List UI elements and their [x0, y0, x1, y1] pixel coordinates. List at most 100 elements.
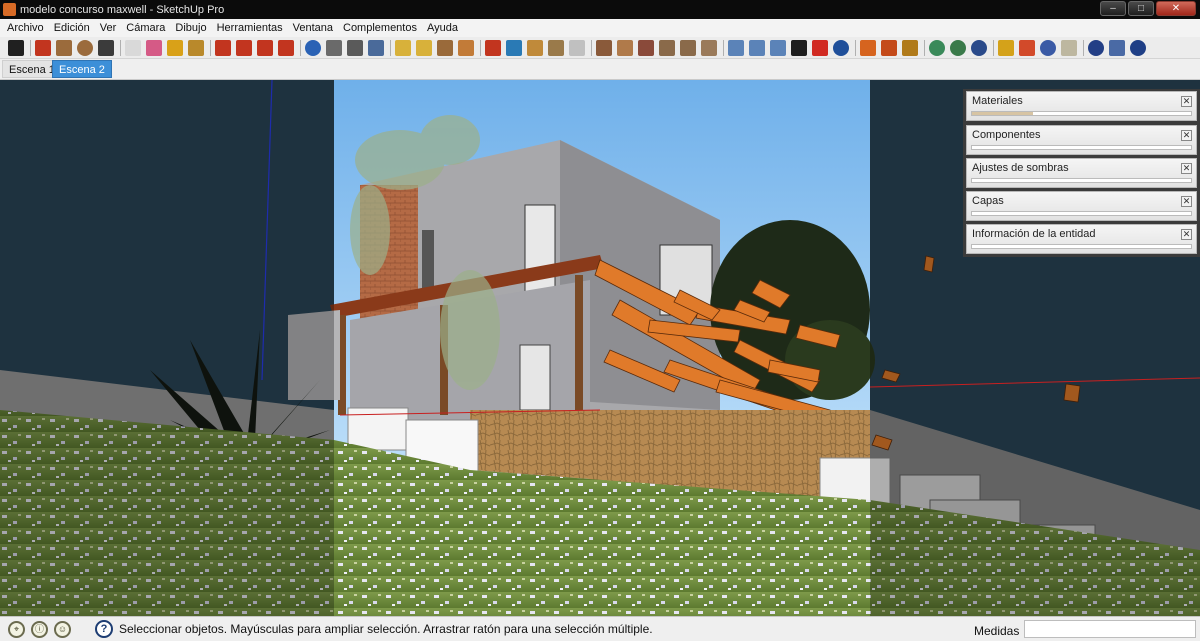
- top-view-icon[interactable]: [617, 40, 633, 56]
- rectangle-icon[interactable]: [56, 40, 72, 56]
- move-icon[interactable]: [236, 40, 252, 56]
- share-model-icon[interactable]: [527, 40, 543, 56]
- menu-edicion[interactable]: Edición: [49, 22, 95, 34]
- toolbar-separator: [1083, 40, 1084, 56]
- about-icon[interactable]: [1130, 40, 1146, 56]
- right-view-icon[interactable]: [659, 40, 675, 56]
- tray-collapse-bar[interactable]: [971, 111, 1192, 116]
- menu-dibujo[interactable]: Dibujo: [170, 22, 211, 34]
- tray-title: Información de la entidad: [972, 228, 1096, 240]
- close-icon[interactable]: ✕: [1181, 96, 1192, 107]
- tray-title: Componentes: [972, 129, 1041, 141]
- window-controls: – □ ✕: [1100, 1, 1196, 16]
- menu-camara[interactable]: Cámara: [121, 22, 170, 34]
- toolbar-separator: [591, 40, 592, 56]
- menu-bar: Archivo Edición Ver Cámara Dibujo Herram…: [0, 19, 1200, 37]
- tray-capas[interactable]: Capas ✕: [966, 191, 1197, 221]
- tab-escena-2[interactable]: Escena 2: [52, 60, 112, 78]
- orbit-icon[interactable]: [305, 40, 321, 56]
- pencil-icon[interactable]: [998, 40, 1014, 56]
- scenes-bar: Escena 1 Escena 2: [0, 59, 1200, 80]
- paint-bucket-icon[interactable]: [188, 40, 204, 56]
- globe-icon[interactable]: [929, 40, 945, 56]
- window-title: modelo concurso maxwell - SketchUp Pro: [20, 3, 225, 16]
- zoom-extents-icon[interactable]: [368, 40, 384, 56]
- zoom-icon[interactable]: [347, 40, 363, 56]
- close-icon[interactable]: ✕: [1181, 229, 1192, 240]
- main-toolbar: [0, 37, 1200, 59]
- minimize-button[interactable]: –: [1100, 1, 1126, 16]
- component-icon[interactable]: [569, 40, 585, 56]
- back-view-icon[interactable]: [680, 40, 696, 56]
- walk-icon[interactable]: [458, 40, 474, 56]
- rub-icon[interactable]: [770, 40, 786, 56]
- iso-view-icon[interactable]: [596, 40, 612, 56]
- credits-icon[interactable]: ⓘ: [31, 620, 48, 638]
- tray-collapse-bar[interactable]: [971, 211, 1192, 216]
- look-around-icon[interactable]: [485, 40, 501, 56]
- maximize-button[interactable]: □: [1128, 1, 1154, 16]
- previous-view-icon[interactable]: [395, 40, 411, 56]
- skin-icon[interactable]: [728, 40, 744, 56]
- close-button[interactable]: ✕: [1156, 1, 1196, 16]
- tray-collapse-bar[interactable]: [971, 145, 1192, 150]
- play-icon[interactable]: [791, 40, 807, 56]
- menu-ventana[interactable]: Ventana: [288, 22, 338, 34]
- tray-materiales[interactable]: Materiales ✕: [966, 91, 1197, 121]
- tray-ajustes-de-sombras[interactable]: Ajustes de sombras ✕: [966, 158, 1197, 188]
- close-icon[interactable]: ✕: [1181, 196, 1192, 207]
- tray-componentes[interactable]: Componentes ✕: [966, 125, 1197, 155]
- close-icon[interactable]: ✕: [1181, 130, 1192, 141]
- sandbox-icon[interactable]: [860, 40, 876, 56]
- toolbar-separator: [30, 40, 31, 56]
- eraser-icon[interactable]: [146, 40, 162, 56]
- get-models-icon[interactable]: [506, 40, 522, 56]
- toolbar-separator: [480, 40, 481, 56]
- select-icon[interactable]: [8, 40, 24, 56]
- search-icon[interactable]: [1109, 40, 1125, 56]
- xyz-icon[interactable]: [749, 40, 765, 56]
- menu-herramientas[interactable]: Herramientas: [212, 22, 288, 34]
- position-camera-icon[interactable]: [437, 40, 453, 56]
- tray-collapse-bar[interactable]: [971, 178, 1192, 183]
- help-icon[interactable]: [1088, 40, 1104, 56]
- next-view-icon[interactable]: [416, 40, 432, 56]
- front-view-icon[interactable]: [638, 40, 654, 56]
- user-icon[interactable]: ☺: [54, 620, 71, 638]
- make-component-icon[interactable]: [125, 40, 141, 56]
- line-icon[interactable]: [35, 40, 51, 56]
- geo-location-icon[interactable]: ⌖: [8, 620, 25, 638]
- tray-collapse-bar[interactable]: [971, 244, 1192, 249]
- left-view-icon[interactable]: [701, 40, 717, 56]
- menu-ayuda[interactable]: Ayuda: [422, 22, 463, 34]
- dropper-icon[interactable]: [1019, 40, 1035, 56]
- toolbar-separator: [210, 40, 211, 56]
- color-mix-icon[interactable]: [1040, 40, 1056, 56]
- status-message: Seleccionar objetos. Mayúsculas para amp…: [119, 622, 653, 636]
- tape-measure-icon[interactable]: [167, 40, 183, 56]
- share-component-icon[interactable]: [548, 40, 564, 56]
- offset-icon[interactable]: [278, 40, 294, 56]
- stop-icon[interactable]: [812, 40, 828, 56]
- pan-icon[interactable]: [326, 40, 342, 56]
- push-pull-icon[interactable]: [215, 40, 231, 56]
- terrain-icon[interactable]: [881, 40, 897, 56]
- info-icon[interactable]: [971, 40, 987, 56]
- toolbar-separator: [390, 40, 391, 56]
- toolbar-separator: [120, 40, 121, 56]
- refresh-icon[interactable]: [833, 40, 849, 56]
- menu-archivo[interactable]: Archivo: [2, 22, 49, 34]
- circle-icon[interactable]: [77, 40, 93, 56]
- default-tray: Materiales ✕ Componentes ✕ Ajustes de so…: [963, 89, 1200, 257]
- measurements-input[interactable]: [1024, 620, 1196, 638]
- fd-icon[interactable]: [1061, 40, 1077, 56]
- geo-icon[interactable]: [950, 40, 966, 56]
- layer-icon[interactable]: [902, 40, 918, 56]
- menu-complementos[interactable]: Complementos: [338, 22, 422, 34]
- arc-icon[interactable]: [98, 40, 114, 56]
- instructor-help-icon[interactable]: ?: [95, 620, 113, 638]
- close-icon[interactable]: ✕: [1181, 163, 1192, 174]
- menu-ver[interactable]: Ver: [95, 22, 122, 34]
- rotate-icon[interactable]: [257, 40, 273, 56]
- tray-informacion-entidad[interactable]: Información de la entidad ✕: [966, 224, 1197, 254]
